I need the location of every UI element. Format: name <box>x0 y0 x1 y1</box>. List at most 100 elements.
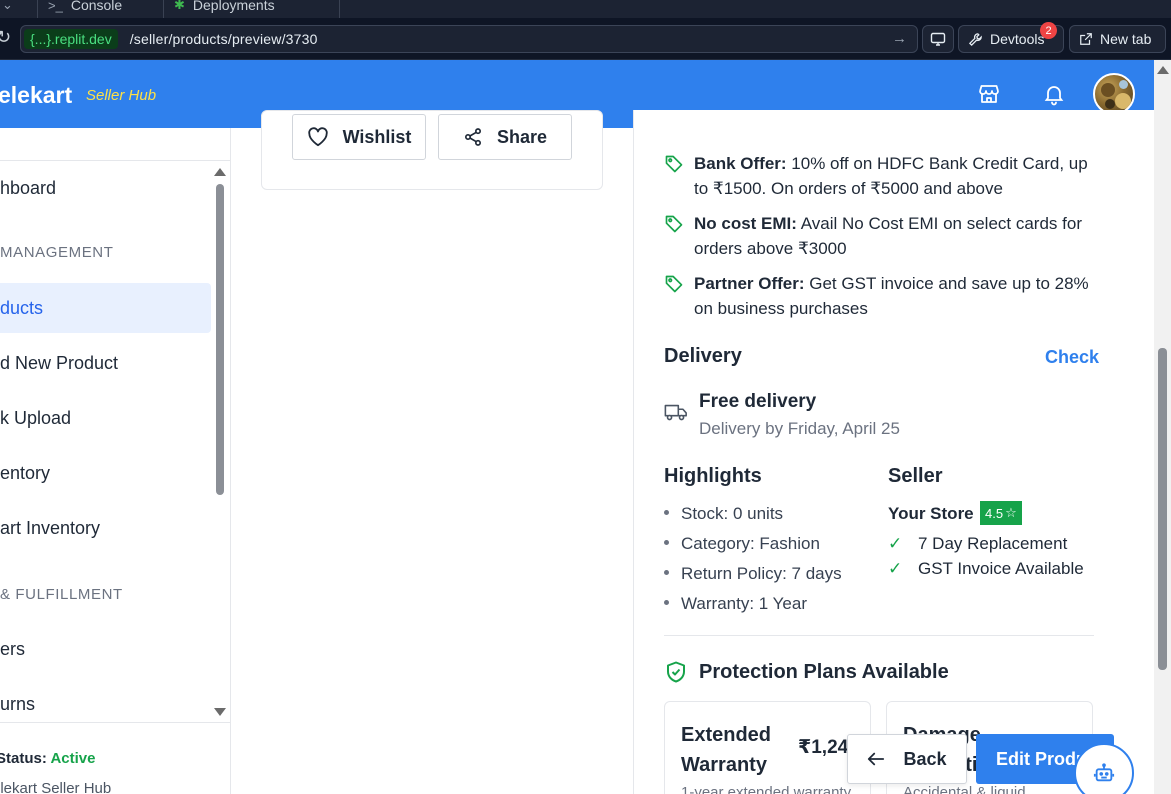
share-label: Share <box>496 126 548 147</box>
offer-title: Partner Offer: <box>694 274 805 293</box>
sidebar-item-label: ers <box>0 638 26 659</box>
devtools-label: Devtools <box>990 31 1045 47</box>
seller-feature-text: GST Invoice Available <box>918 559 1084 578</box>
offer-partner: Partner Offer: Get GST invoice and save … <box>664 271 1094 321</box>
screen-button[interactable] <box>922 25 954 53</box>
rating-value: 4.5 <box>985 505 1004 521</box>
free-delivery-title: Free delivery <box>699 391 817 412</box>
plan-description: Accidental & liquid <box>903 784 1026 794</box>
seller-feature: ✓ GST Invoice Available <box>888 559 1084 579</box>
tab-label: Console <box>70 0 123 13</box>
sidebar-scrollbar-thumb[interactable] <box>216 184 224 495</box>
sidebar-footer-divider <box>0 722 230 723</box>
tab-console[interactable]: >_ Console <box>38 0 164 18</box>
robot-icon <box>1093 763 1115 782</box>
highlight-text: Category: Fashion <box>681 534 820 553</box>
page-scroll-up-arrow[interactable] <box>1157 66 1169 74</box>
check-delivery-link[interactable]: Check <box>1045 347 1099 368</box>
bell-icon[interactable] <box>1042 82 1066 106</box>
star-icon: ☆ <box>1005 505 1017 520</box>
check-icon: ✓ <box>888 559 903 578</box>
sidebar-item-label: urns <box>0 693 36 714</box>
avatar[interactable] <box>1093 73 1135 115</box>
highlight-item: Category: Fashion <box>664 534 820 554</box>
tab-label: Deployments <box>192 0 275 13</box>
arrow-left-icon <box>868 752 885 766</box>
chevron-down-icon: ⌄ <box>2 0 13 12</box>
sidebar-scroll-up-arrow[interactable] <box>214 168 226 176</box>
page-scrollbar-thumb[interactable] <box>1158 348 1167 670</box>
sidebar-divider <box>0 160 230 161</box>
external-link-icon <box>1080 33 1092 45</box>
go-arrow-icon[interactable]: → <box>892 30 907 47</box>
seller-title: Seller <box>888 465 943 487</box>
sidebar-item-label: entory <box>0 462 51 483</box>
highlight-item: Return Policy: 7 days <box>664 564 842 584</box>
protection-plans-title: Protection Plans Available <box>699 661 949 683</box>
back-button[interactable]: Back <box>847 734 967 784</box>
domain-chip[interactable]: {...}.replit.dev <box>24 29 118 49</box>
seller-feature: ✓ 7 Day Replacement <box>888 534 1067 554</box>
tag-icon <box>665 275 683 293</box>
sidebar-section-fulfillment: & FULFILLMENT <box>0 586 123 603</box>
new-tab-label: New tab <box>1100 31 1152 47</box>
highlights-title: Highlights <box>664 465 762 487</box>
seller-status-value: Active <box>50 750 96 767</box>
assistant-bot-button[interactable] <box>1074 743 1134 794</box>
offer-title: Bank Offer: <box>694 154 787 173</box>
devtools-count-badge: 2 <box>1040 22 1057 39</box>
url-path[interactable]: /seller/products/preview/3730 <box>130 31 318 47</box>
offer-emi: No cost EMI: Avail No Cost EMI on select… <box>664 211 1094 261</box>
sidebar-scroll-down-arrow[interactable] <box>214 708 226 716</box>
browser-tab-bar: ⌄ >_ Console ✱ Deployments <box>0 0 1171 18</box>
offer-bank: Bank Offer: 10% off on HDFC Bank Credit … <box>664 151 1094 201</box>
highlight-text: Return Policy: 7 days <box>681 564 842 583</box>
seller-feature-text: 7 Day Replacement <box>918 534 1068 553</box>
seller-status: r Status: Active <box>0 750 96 767</box>
sidebar-item-label: art Inventory <box>0 517 101 538</box>
brand-logo-text[interactable]: elekart <box>0 82 72 109</box>
rating-badge: 4.5 ☆ <box>980 501 1022 525</box>
heart-icon <box>307 127 328 147</box>
back-label: Back <box>903 748 947 769</box>
sidebar-item-label: ducts <box>0 297 44 318</box>
store-icon[interactable] <box>977 82 1001 106</box>
sidebar-item-inventory[interactable]: entory <box>0 448 211 498</box>
devtools-button[interactable]: Devtools 2 <box>958 22 1064 53</box>
delivery-title: Delivery <box>664 345 742 367</box>
sidebar-item-add-new-product[interactable]: d New Product <box>0 338 211 388</box>
sidebar-item-label: hboard <box>0 177 57 198</box>
highlight-text: Warranty: 1 Year <box>681 594 807 613</box>
seller-status-label: r Status: <box>0 750 47 767</box>
wishlist-label: Wishlist <box>342 126 412 147</box>
sidebar-item-smart-inventory[interactable]: art Inventory <box>0 503 211 553</box>
sidebar-item-products[interactable]: ducts <box>0 283 211 333</box>
sidebar-item-dashboard[interactable]: hboard <box>0 163 211 213</box>
tab-previous[interactable]: ⌄ <box>0 0 38 18</box>
page-scrollbar[interactable] <box>1154 60 1171 794</box>
store-name[interactable]: Your Store <box>888 504 974 524</box>
share-button[interactable]: Share <box>438 114 572 160</box>
truck-icon <box>664 404 687 421</box>
offer-title: No cost EMI: <box>694 214 797 233</box>
sidebar-item-orders[interactable]: ers <box>0 624 211 674</box>
reload-icon[interactable]: ↻ <box>0 27 11 48</box>
plan-description: 1-year extended warranty <box>681 784 852 794</box>
highlight-text: Stock: 0 units <box>681 504 784 523</box>
tag-icon <box>665 155 683 173</box>
sidebar-item-bulk-upload[interactable]: k Upload <box>0 393 211 443</box>
plan-card-extended-warranty[interactable]: Extended Warranty ₹1,249 1-year extended… <box>664 701 871 794</box>
new-tab-plus[interactable] <box>340 0 360 18</box>
tab-deployments[interactable]: ✱ Deployments <box>164 0 340 18</box>
wrench-icon <box>968 32 982 46</box>
deploy-icon: ✱ <box>174 0 185 12</box>
url-bar-row: ↻ {...}.replit.dev /seller/products/prev… <box>0 18 1171 60</box>
delivery-date: Delivery by Friday, April 25 <box>699 419 900 438</box>
new-tab-button[interactable]: New tab <box>1069 25 1166 53</box>
terminal-icon: >_ <box>48 0 63 13</box>
address-bar[interactable]: {...}.replit.dev /seller/products/previe… <box>20 25 918 53</box>
highlight-item: Stock: 0 units <box>664 504 783 524</box>
share-icon <box>464 128 481 146</box>
wishlist-button[interactable]: Wishlist <box>292 114 426 160</box>
brand-subtitle: Seller Hub <box>86 87 157 104</box>
